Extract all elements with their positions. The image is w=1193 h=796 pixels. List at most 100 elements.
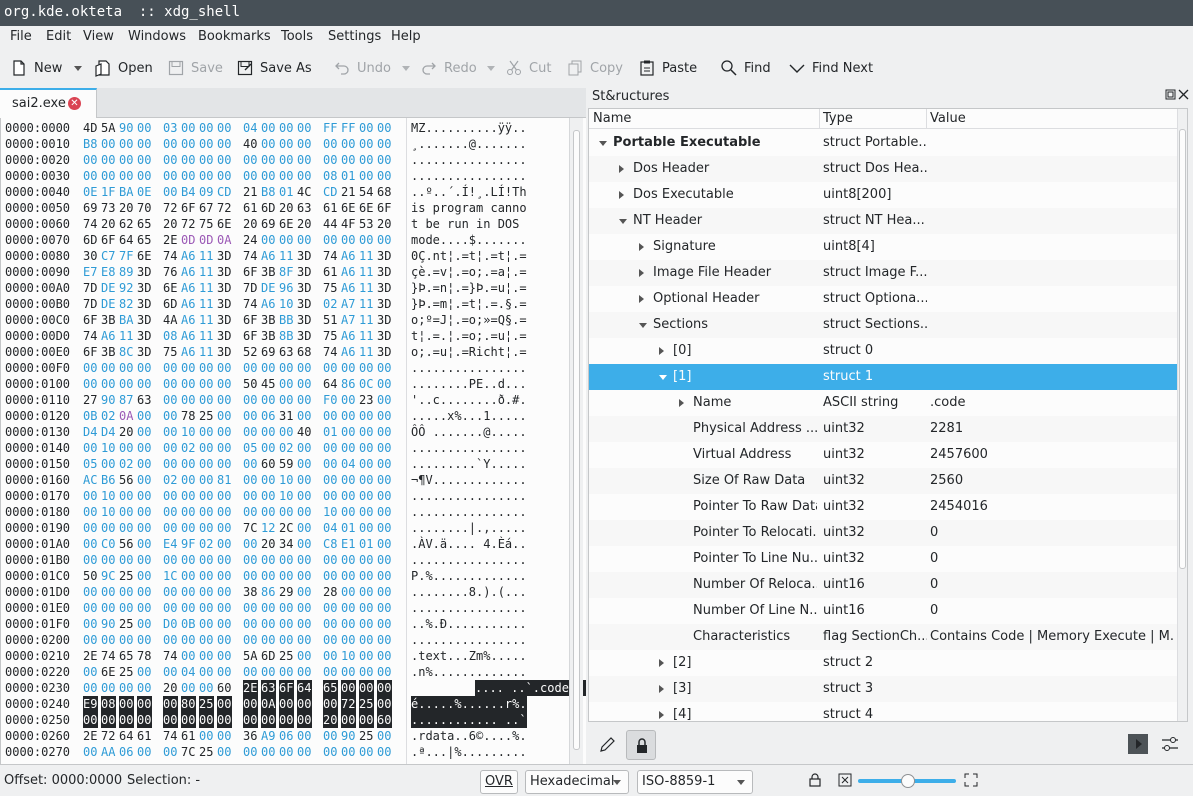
- hex-byte[interactable]: 00: [297, 584, 312, 600]
- hex-byte[interactable]: 00: [279, 696, 294, 712]
- hex-byte[interactable]: A6: [181, 312, 196, 328]
- hex-byte[interactable]: 00: [297, 744, 312, 760]
- hex-byte[interactable]: 06: [279, 728, 294, 744]
- hex-byte[interactable]: 74: [83, 216, 98, 232]
- hex-byte[interactable]: 00: [377, 440, 392, 456]
- hex-byte[interactable]: 00: [181, 456, 196, 472]
- hex-byte[interactable]: 00: [341, 232, 356, 248]
- hex-byte[interactable]: 00: [359, 456, 374, 472]
- hex-byte[interactable]: B8: [261, 184, 276, 200]
- hex-byte[interactable]: 5A: [243, 648, 258, 664]
- hex-byte[interactable]: 00: [297, 152, 312, 168]
- hex-byte[interactable]: FF: [323, 120, 338, 136]
- hex-row-bytes[interactable]: 00 00 00 00 00 00 00 00 00 00 00 00 00 00 00 00: [83, 152, 392, 168]
- hex-byte[interactable]: 3D: [377, 328, 392, 344]
- hex-byte[interactable]: 00: [341, 616, 356, 632]
- hex-byte[interactable]: 04: [181, 664, 196, 680]
- hex-byte[interactable]: 3D: [137, 328, 152, 344]
- hex-byte[interactable]: 64: [119, 728, 134, 744]
- hex-byte[interactable]: 82: [119, 296, 134, 312]
- hex-byte[interactable]: 00: [101, 376, 116, 392]
- hex-byte[interactable]: 59: [279, 456, 294, 472]
- hex-row[interactable]: 0000:00D0 74 A6 11 3D 08 A6 11 3D 6F 3B 8B 3D 75 A6 11 3…: [1, 328, 571, 344]
- hex-row-bytes[interactable]: 30 C7 7F 6E 74 A6 11 3D 74 A6 11 3D 74 A6 11 3D: [83, 248, 392, 264]
- tree-row[interactable]: Sections struct Sections...: [589, 312, 1177, 338]
- hex-byte[interactable]: 1C: [163, 568, 178, 584]
- hex-byte[interactable]: 00: [377, 136, 392, 152]
- hex-byte[interactable]: 00: [137, 680, 152, 696]
- hex-byte[interactable]: 68: [377, 184, 392, 200]
- hex-byte[interactable]: 00: [199, 136, 214, 152]
- hex-byte[interactable]: 00: [163, 392, 178, 408]
- hex-byte[interactable]: 00: [137, 504, 152, 520]
- hex-byte[interactable]: 86: [261, 584, 276, 600]
- hex-byte[interactable]: 00: [243, 504, 258, 520]
- hex-byte[interactable]: E1: [341, 536, 356, 552]
- hex-byte[interactable]: 00: [261, 504, 276, 520]
- hex-byte[interactable]: 00: [243, 664, 258, 680]
- hex-row[interactable]: 0000:0160 AC B6 56 00 02 00 00 81 00 00 10 00 00 00 00 0…: [1, 472, 571, 488]
- hex-byte[interactable]: 63: [279, 344, 294, 360]
- hex-byte[interactable]: 92: [119, 280, 134, 296]
- hex-byte[interactable]: BA: [119, 312, 134, 328]
- tree-row[interactable]: Portable Executable struct Portable...: [589, 130, 1177, 156]
- hex-byte[interactable]: 00: [297, 168, 312, 184]
- hex-byte[interactable]: 3D: [137, 280, 152, 296]
- tree-row[interactable]: [3] struct 3: [589, 676, 1177, 702]
- hex-byte[interactable]: 8B: [279, 328, 294, 344]
- hex-byte[interactable]: 00: [377, 408, 392, 424]
- hex-byte[interactable]: 00: [261, 568, 276, 584]
- hex-byte[interactable]: 00: [163, 696, 178, 712]
- tree-row-value[interactable]: 2454016: [930, 494, 1173, 520]
- hex-byte[interactable]: 7D: [243, 280, 258, 296]
- hex-byte[interactable]: 12: [261, 520, 276, 536]
- charset-select[interactable]: ISO-8859-1: [637, 770, 753, 794]
- hex-byte[interactable]: 11: [359, 312, 374, 328]
- hex-row[interactable]: 0000:0110 27 90 87 63 00 00 00 00 00 00 00 00 F0 00 23 0…: [1, 392, 571, 408]
- collapsed-arrow-icon[interactable]: [639, 269, 644, 277]
- hex-row-bytes[interactable]: 00 00 00 00 00 00 00 00 00 00 00 00 08 01 00 00: [83, 168, 392, 184]
- hex-byte[interactable]: 00: [377, 632, 392, 648]
- new-dropdown[interactable]: [74, 58, 82, 78]
- hex-byte[interactable]: 00: [297, 648, 312, 664]
- hex-row[interactable]: 0000:0130 D4 D4 20 00 00 10 00 00 00 00 00 40 01 00 00 0…: [1, 424, 571, 440]
- hex-byte[interactable]: 0B: [181, 616, 196, 632]
- hex-byte[interactable]: 00: [261, 120, 276, 136]
- hex-byte[interactable]: 10: [279, 488, 294, 504]
- hex-byte[interactable]: 00: [261, 232, 276, 248]
- hex-row-bytes[interactable]: 27 90 87 63 00 00 00 00 00 00 00 00 F0 00 23 00: [83, 392, 392, 408]
- hex-byte[interactable]: 00: [261, 744, 276, 760]
- redo-button[interactable]: Redo: [420, 58, 477, 78]
- hex-byte[interactable]: 9C: [101, 568, 116, 584]
- menu-edit[interactable]: Edit: [46, 29, 71, 44]
- hex-byte[interactable]: 74: [101, 648, 116, 664]
- hex-byte[interactable]: 00: [297, 472, 312, 488]
- hex-byte[interactable]: 00: [243, 360, 258, 376]
- hex-byte[interactable]: A6: [181, 296, 196, 312]
- hex-byte[interactable]: 75: [323, 328, 338, 344]
- hex-byte[interactable]: 00: [137, 552, 152, 568]
- hex-byte[interactable]: 00: [279, 616, 294, 632]
- hex-row[interactable]: 0000:0240 E9 08 00 00 00 80 25 00 00 0A 00 00 00 72 25 0…: [1, 696, 571, 712]
- hex-row-bytes[interactable]: 0E 1F BA 0E 00 B4 09 CD 21 B8 01 4C CD 21 54 68: [83, 184, 392, 200]
- hex-byte[interactable]: 3D: [137, 264, 152, 280]
- hex-byte[interactable]: 00: [323, 696, 338, 712]
- hex-byte[interactable]: 00: [341, 632, 356, 648]
- hex-row[interactable]: 0000:0260 2E 72 64 61 74 61 00 00 36 A9 06 00 00 90 25 0…: [1, 728, 571, 744]
- hex-byte[interactable]: 00: [181, 472, 196, 488]
- hex-byte[interactable]: 01: [359, 536, 374, 552]
- hex-byte[interactable]: 96: [279, 280, 294, 296]
- tree-row-value[interactable]: 2560: [930, 468, 1173, 494]
- hex-byte[interactable]: A6: [341, 264, 356, 280]
- hex-byte[interactable]: 00: [359, 600, 374, 616]
- hex-byte[interactable]: 11: [119, 328, 134, 344]
- scrollbar-thumb[interactable]: [1179, 129, 1186, 569]
- hex-byte[interactable]: 00: [199, 632, 214, 648]
- hex-row[interactable]: 0000:0100 00 00 00 00 00 00 00 00 50 45 00 00 64 86 0C 0…: [1, 376, 571, 392]
- hex-byte[interactable]: 00: [377, 696, 392, 712]
- hex-row[interactable]: 0000:0030 00 00 00 00 00 00 00 00 00 00 00 00 08 01 00 0…: [1, 168, 571, 184]
- hex-byte[interactable]: A7: [341, 296, 356, 312]
- tree-row-value[interactable]: 0: [930, 572, 1173, 598]
- hex-byte[interactable]: 00: [279, 152, 294, 168]
- hex-row-bytes[interactable]: 00 00 00 00 00 00 00 00 00 00 00 00 00 00 00 00: [83, 360, 392, 376]
